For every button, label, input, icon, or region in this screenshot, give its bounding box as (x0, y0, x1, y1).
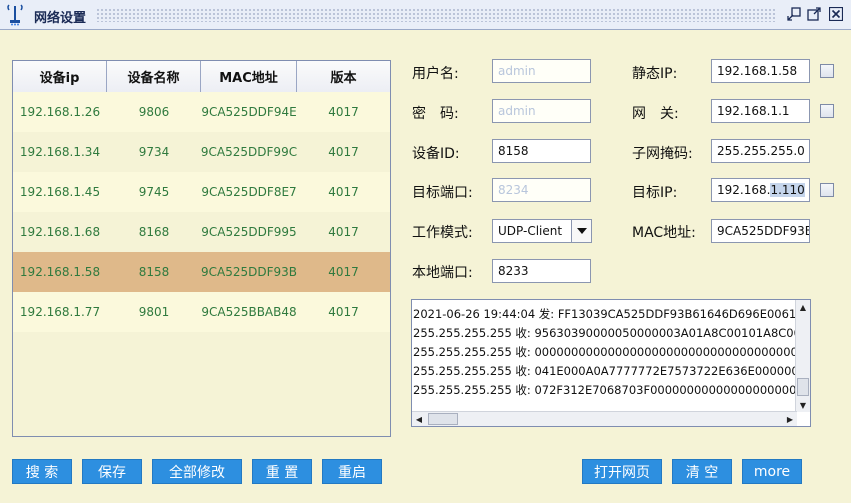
scroll-up-icon[interactable]: ▲ (796, 300, 810, 314)
cell-name: 9734 (138, 145, 170, 159)
log-line: 255.255.255.255 收: 000000000000000000000… (413, 345, 797, 359)
save-button[interactable]: 保存 (82, 459, 142, 484)
cell-version: 4017 (328, 105, 359, 119)
log-line: 255.255.255.255 收: 072F312E7068703F00000… (413, 383, 797, 397)
window-title: 网络设置 (34, 11, 87, 26)
scroll-down-icon[interactable]: ▼ (796, 398, 810, 412)
cell-ip: 192.168.1.58 (19, 265, 101, 279)
target-ip-label: 目标IP: (632, 185, 678, 201)
more-button[interactable]: more (742, 459, 802, 484)
open-web-button[interactable]: 打开网页 (582, 459, 662, 484)
device-id-label: 设备ID: (412, 146, 460, 162)
local-port-label: 本地端口: (412, 265, 473, 281)
log-line: 2021-06-26 19:44:04 发: FF13039CA525DDF93… (413, 307, 797, 321)
cell-mac: 9CA525DDF8E7 (201, 185, 297, 199)
target-port-label: 目标端口: (412, 185, 473, 201)
gateway-checkbox[interactable] (820, 104, 834, 118)
cell-mac: 9CA525DDF995 (201, 225, 297, 239)
cell-mac: 9CA525BBAB48 (201, 305, 297, 319)
mac-address-input[interactable]: 9CA525DDF93B (711, 219, 810, 243)
device-id-input[interactable]: 8158 (492, 139, 591, 163)
gateway-label: 网 关: (632, 106, 679, 122)
log-textarea[interactable]: 2021-06-26 19:44:04 发: FF13039CA525DDF93… (411, 299, 811, 427)
reset-button[interactable]: 重 置 (252, 459, 312, 484)
chevron-down-icon[interactable] (571, 220, 591, 242)
cell-name: 8168 (138, 225, 170, 239)
maximize-icon[interactable] (806, 6, 822, 22)
mac-address-label: MAC地址: (632, 225, 696, 241)
password-label: 密 码: (412, 106, 459, 122)
static-ip-input[interactable]: 192.168.1.58 (711, 59, 810, 83)
title-bar: 网络设置 (0, 0, 851, 30)
username-input[interactable]: admin (492, 59, 591, 83)
search-button[interactable]: 搜 索 (12, 459, 72, 484)
clear-button[interactable]: 清 空 (672, 459, 732, 484)
vertical-scroll-thumb[interactable] (797, 378, 809, 396)
local-port-input[interactable]: 8233 (492, 259, 591, 283)
cell-ip: 192.168.1.45 (19, 185, 101, 199)
device-table: 设备ip 设备名称 MAC地址 版本 192.168.1.26 9806 9CA… (12, 60, 391, 437)
scroll-left-icon[interactable]: ◀ (412, 412, 426, 426)
log-lines: 2021-06-26 19:44:04 发: FF13039CA525DDF93… (412, 305, 797, 400)
static-ip-label: 静态IP: (632, 66, 678, 82)
password-input[interactable]: admin (492, 99, 591, 123)
cell-ip: 192.168.1.77 (19, 305, 101, 319)
subnet-mask-input[interactable]: 255.255.255.0 (711, 139, 810, 163)
table-header: 设备ip 设备名称 MAC地址 版本 (13, 61, 390, 92)
table-row[interactable]: 192.168.1.68 8168 9CA525DDF995 4017 (13, 212, 390, 252)
cell-ip: 192.168.1.68 (19, 225, 101, 239)
log-line: 255.255.255.255 收: 041E000A0A7777772E757… (413, 364, 797, 378)
column-header-ip[interactable]: 设备ip (13, 61, 107, 92)
target-port-input[interactable]: 8234 (492, 178, 591, 202)
target-ip-input[interactable]: 192.168.1.110 (711, 178, 810, 202)
cell-name: 9801 (138, 305, 170, 319)
app-icon (7, 4, 23, 26)
restore-icon[interactable] (786, 6, 802, 22)
column-header-version[interactable]: 版本 (297, 61, 390, 92)
log-line: 255.255.255.255 收: 95630390000050000003A… (413, 326, 797, 340)
cell-name: 9806 (138, 105, 170, 119)
close-icon[interactable] (828, 6, 844, 22)
table-row[interactable]: 192.168.1.77 9801 9CA525BBAB48 4017 (13, 292, 390, 332)
table-row[interactable]: 192.168.1.34 9734 9CA525DDF99C 4017 (13, 132, 390, 172)
horizontal-scroll-thumb[interactable] (428, 413, 458, 425)
static-ip-checkbox[interactable] (820, 64, 834, 78)
restart-button[interactable]: 重启 (322, 459, 382, 484)
gateway-input[interactable]: 192.168.1.1 (711, 99, 810, 123)
modify-all-button[interactable]: 全部修改 (152, 459, 242, 484)
cell-version: 4017 (328, 185, 359, 199)
horizontal-scrollbar[interactable]: ◀ ▶ (412, 411, 797, 426)
subnet-mask-label: 子网掩码: (632, 146, 693, 162)
cell-name: 8158 (138, 265, 170, 279)
username-label: 用户名: (412, 66, 459, 82)
title-bar-pattern (96, 8, 776, 22)
cell-ip: 192.168.1.26 (19, 105, 101, 119)
column-header-mac[interactable]: MAC地址 (201, 61, 297, 92)
cell-mac: 9CA525DDF93B (201, 265, 297, 279)
column-header-name[interactable]: 设备名称 (107, 61, 201, 92)
table-row-selected[interactable]: 192.168.1.58 8158 9CA525DDF93B 4017 (13, 252, 390, 292)
cell-version: 4017 (328, 265, 359, 279)
cell-version: 4017 (328, 305, 359, 319)
work-mode-value: UDP-Client (498, 224, 563, 238)
target-ip-checkbox[interactable] (820, 183, 834, 197)
table-row[interactable]: 192.168.1.26 9806 9CA525DDF94E 4017 (13, 92, 390, 132)
target-ip-text: 192.168. (717, 183, 771, 197)
target-ip-selected-text: 1.110 (770, 183, 805, 197)
cell-mac: 9CA525DDF99C (201, 145, 297, 159)
cell-version: 4017 (328, 225, 359, 239)
work-mode-label: 工作模式: (412, 225, 473, 241)
work-mode-select[interactable]: UDP-Client (492, 219, 592, 243)
cell-version: 4017 (328, 145, 359, 159)
table-row[interactable]: 192.168.1.45 9745 9CA525DDF8E7 4017 (13, 172, 390, 212)
cell-mac: 9CA525DDF94E (201, 105, 297, 119)
scroll-right-icon[interactable]: ▶ (783, 412, 797, 426)
cell-ip: 192.168.1.34 (19, 145, 101, 159)
table-body: 192.168.1.26 9806 9CA525DDF94E 4017 192.… (13, 92, 390, 332)
cell-name: 9745 (138, 185, 170, 199)
vertical-scrollbar[interactable]: ▲ ▼ (795, 300, 810, 412)
